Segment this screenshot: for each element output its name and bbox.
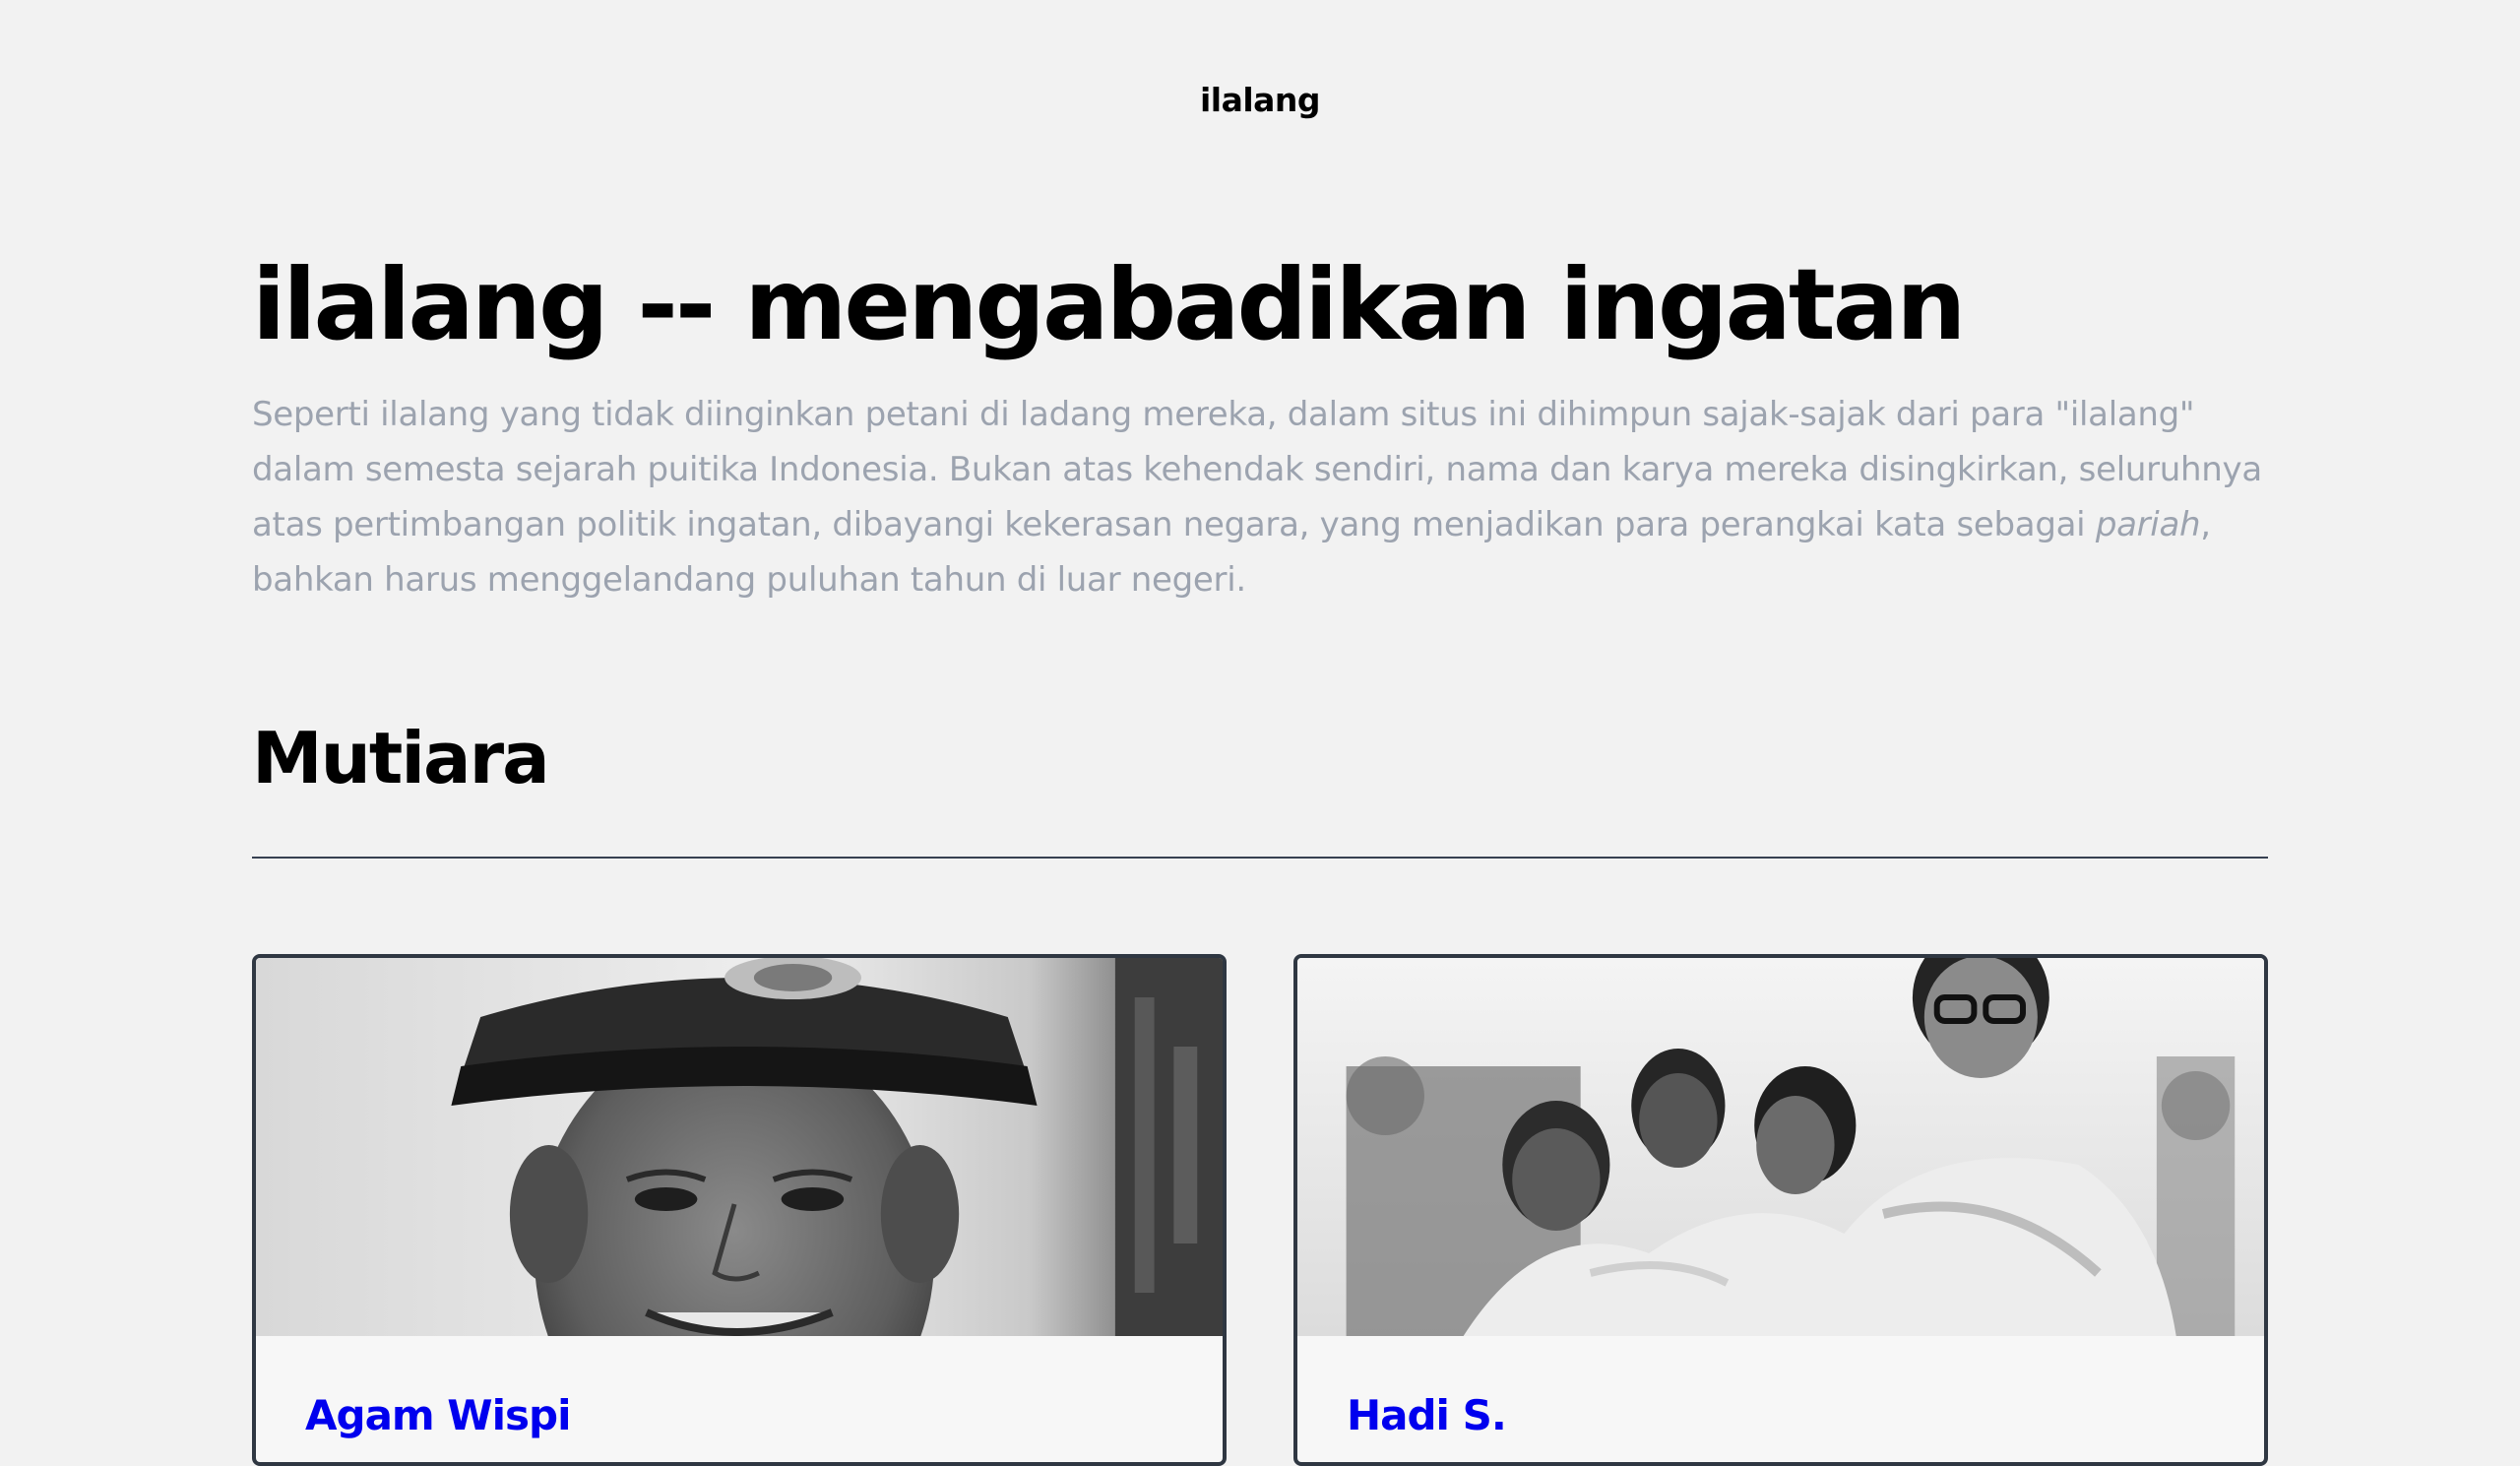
site-header: ilalang [0, 0, 2520, 207]
section-divider [252, 857, 2268, 859]
poet-photo [256, 958, 1223, 1336]
page-title: ilalang -- mengabadikan ingatan [252, 247, 1966, 362]
description-emphasis: pariah [2095, 505, 2201, 544]
poet-card-agam-wispi[interactable]: Agam Wispi [252, 954, 1227, 1466]
site-brand-link[interactable]: ilalang [1200, 81, 1321, 207]
poet-name: Hadi S. [1347, 1391, 1507, 1439]
page-description: Seperti ilalang yang tidak diinginkan pe… [252, 387, 2268, 607]
poet-name: Agam Wispi [305, 1391, 571, 1439]
description-text-start: Seperti ilalang yang tidak diinginkan pe… [252, 395, 2262, 544]
poet-card-hadi-s[interactable]: Hadi S. [1293, 954, 2268, 1466]
section-title: Mutiara [252, 717, 550, 799]
poet-photo [1297, 958, 2264, 1336]
